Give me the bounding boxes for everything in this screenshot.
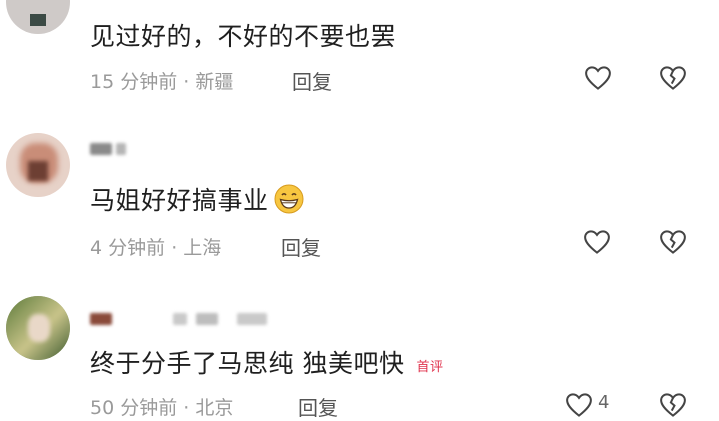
comment-meta: 50 分钟前 · 北京 — [90, 393, 233, 420]
avatar[interactable] — [6, 0, 70, 34]
broken-heart-icon[interactable] — [658, 63, 688, 93]
meta-separator: · — [183, 397, 190, 419]
heart-icon[interactable] — [564, 390, 594, 420]
comment-time: 4 分钟前 — [90, 237, 166, 259]
comment-3: 终于分手了马思纯 独美吧快 首评 50 分钟前 · 北京 回复 4 — [0, 290, 719, 420]
comment-time: 50 分钟前 — [90, 397, 178, 419]
avatar[interactable] — [6, 296, 70, 360]
like-count: 4 — [598, 392, 610, 413]
comment-meta: 4 分钟前 · 上海 — [90, 233, 221, 260]
comment-2: 马姐好好搞事业 4 分钟前 · 上海 回复 — [0, 125, 719, 275]
reply-button[interactable]: 回复 — [281, 232, 321, 261]
comment-location: 新疆 — [195, 71, 234, 93]
grinning-face-emoji — [273, 183, 305, 215]
comment-location: 上海 — [183, 237, 222, 259]
comment-text: 终于分手了马思纯 独美吧快 首评 — [90, 344, 443, 380]
comment-meta: 15 分钟前 · 新疆 — [90, 67, 233, 94]
username[interactable] — [90, 140, 130, 160]
heart-icon[interactable] — [583, 63, 613, 93]
reply-button[interactable]: 回复 — [298, 392, 338, 421]
comment-text-content: 马姐好好搞事业 — [90, 186, 269, 215]
meta-separator: · — [183, 71, 190, 93]
first-comment-badge: 首评 — [416, 359, 444, 375]
broken-heart-icon[interactable] — [658, 390, 688, 420]
comment-text: 见过好的，不好的不要也罢 — [90, 22, 397, 51]
username[interactable] — [90, 310, 290, 330]
meta-separator: · — [171, 237, 178, 259]
avatar[interactable] — [6, 133, 70, 197]
reply-button[interactable]: 回复 — [292, 66, 332, 95]
comment-time: 15 分钟前 — [90, 71, 178, 93]
comment-location: 北京 — [195, 397, 234, 419]
comment-text: 马姐好好搞事业 — [90, 181, 305, 217]
comment-1: 见过好的，不好的不要也罢 15 分钟前 · 新疆 回复 — [0, 0, 719, 110]
broken-heart-icon[interactable] — [658, 227, 688, 257]
heart-icon[interactable] — [582, 227, 612, 257]
comment-text-content: 终于分手了马思纯 独美吧快 — [90, 349, 405, 378]
